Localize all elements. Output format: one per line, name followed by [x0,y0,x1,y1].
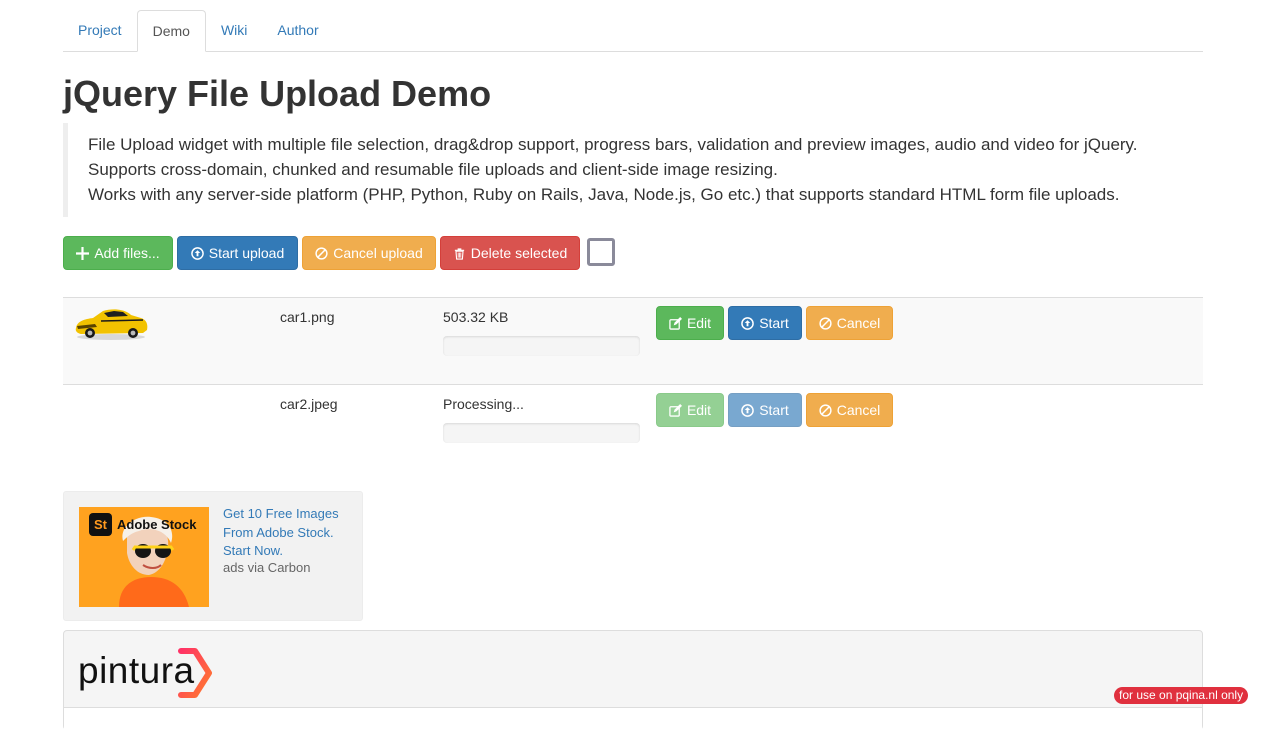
edit-icon [669,403,682,417]
file-row: car1.png 503.32 KB Edit Start Cancel [63,297,1203,384]
ban-circle-icon [315,246,328,260]
car-thumbnail [75,309,148,340]
start-label: Start [759,315,789,331]
select-all-checkbox[interactable] [587,238,615,266]
carbon-ad: St Adobe Stock Get 10 Free Images From A… [63,491,363,621]
delete-selected-button[interactable]: Delete selected [440,236,580,270]
ad-link[interactable]: Get 10 Free Images From Adobe Stock. Sta… [223,505,353,561]
trash-icon [454,247,464,260]
cancel-button[interactable]: Cancel [806,393,893,427]
edit-button[interactable]: Edit [656,306,724,340]
ad-via-carbon[interactable]: ads via Carbon [223,560,310,575]
start-upload-label: Start upload [208,245,285,261]
edit-label: Edit [686,315,712,331]
adobe-stock-mark: St [89,513,112,536]
cancel-upload-button[interactable]: Cancel upload [302,236,436,270]
delete-selected-label: Delete selected [470,245,568,261]
edit-label: Edit [686,402,712,418]
progress-bar [443,336,640,356]
description-line: Supports cross-domain, chunked and resum… [88,160,778,179]
progress-bar [443,423,640,443]
add-files-label: Add files... [94,245,160,261]
file-status: Processing... [443,396,524,412]
file-name: car2.jpeg [280,396,338,412]
cancel-button[interactable]: Cancel [806,306,893,340]
description-line: File Upload widget with multiple file se… [88,135,1138,154]
cancel-label: Cancel [836,315,881,331]
file-size: 503.32 KB [443,309,509,325]
start-upload-button[interactable]: Start upload [177,236,298,270]
edit-button[interactable]: Edit [656,393,724,427]
file-row: car2.jpeg Processing... Edit Start Cance… [63,384,1203,471]
page-title: jQuery File Upload Demo [63,73,492,114]
pintura-logo[interactable]: pintura [78,641,213,701]
cancel-label: Cancel [836,402,881,418]
ban-circle-icon [819,403,832,417]
description-line: Works with any server-side platform (PHP… [88,185,1120,204]
circle-arrow-up-icon [741,316,755,330]
pintura-panel: pintura [63,630,1203,737]
adobe-stock-brand: Adobe Stock [117,517,197,532]
license-badge: for use on pqina.nl only [1114,687,1249,704]
description-blockquote: File Upload widget with multiple file se… [63,123,1203,217]
ban-circle-icon [819,316,832,330]
circle-arrow-up-icon [190,246,204,260]
tab-demo[interactable]: Demo [136,10,206,52]
start-label: Start [759,402,789,418]
nav-tabs: Project Demo Wiki Author [63,10,1203,52]
tab-author[interactable]: Author [262,10,333,52]
tab-wiki[interactable]: Wiki [206,10,262,52]
start-button[interactable]: Start [728,393,802,427]
pintura-mark-icon [177,648,212,698]
edit-icon [669,316,682,330]
add-files-button[interactable]: Add files... [63,236,173,270]
pintura-content [64,707,1202,737]
start-button[interactable]: Start [728,306,802,340]
plus-icon [76,246,90,260]
adobe-stock-logo: St Adobe Stock [89,513,196,536]
ad-image[interactable]: St Adobe Stock [79,507,209,607]
file-name: car1.png [280,309,335,325]
circle-arrow-up-icon [741,403,755,417]
cancel-upload-label: Cancel upload [333,245,423,261]
tab-project[interactable]: Project [63,10,137,52]
